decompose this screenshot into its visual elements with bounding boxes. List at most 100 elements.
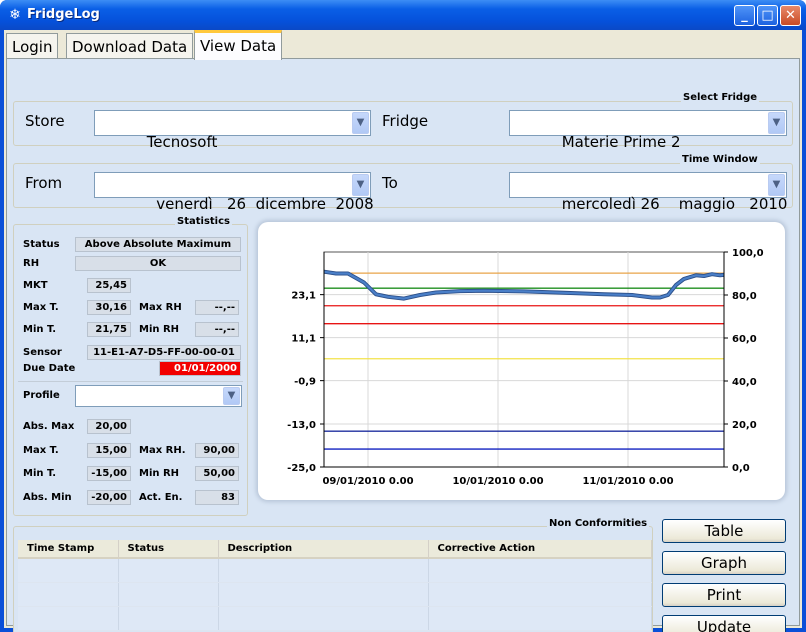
select-fridge-group: Select Fridge Store Tecnosoft ▼ Fridge M… (13, 92, 793, 151)
statistics-title: Statistics (175, 216, 232, 227)
tab-login[interactable]: Login (6, 33, 59, 59)
rh-label: RH (23, 258, 40, 269)
table-cell (428, 582, 652, 607)
table-cell (218, 606, 429, 631)
table-cell (428, 606, 652, 631)
y-right-tick-label: 100,0 (732, 248, 764, 259)
update-button[interactable]: Update (662, 615, 786, 632)
maximize-icon: □ (761, 8, 774, 23)
table-cell (428, 558, 652, 583)
title-bar[interactable]: ❄ FridgeLog _ □ ✕ (0, 0, 806, 30)
app-window: ❄ FridgeLog _ □ ✕ Login Download Data Vi… (0, 0, 806, 632)
min-rh-value: --,-- (195, 322, 239, 337)
client-area: Login Download Data View Data Select Fri… (4, 30, 802, 632)
table-button[interactable]: Table (662, 519, 786, 543)
abs-max-value: 20,00 (87, 419, 131, 434)
statistics-group: Statistics Status Above Absolute Maximum… (13, 216, 248, 516)
abs-min-value: -20,00 (87, 490, 131, 505)
tab-download-data-label: Download Data (72, 38, 188, 56)
status-label: Status (23, 239, 60, 250)
abs-min-label: Abs. Min (23, 492, 72, 503)
y-left-tick-label: -0,9 (294, 377, 316, 388)
divider (18, 381, 243, 382)
profile-max-t-label: Max T. (23, 445, 59, 456)
y-right-tick-label: 20,0 (732, 420, 757, 431)
column-header-description[interactable]: Description (218, 540, 429, 559)
max-t-value: 30,16 (87, 300, 131, 315)
fridge-label: Fridge (382, 112, 429, 130)
window-title: FridgeLog (27, 7, 100, 22)
min-t-label: Min T. (23, 324, 57, 335)
from-date-picker[interactable]: venerdì 26 dicembre 2008 ▼ (94, 172, 374, 213)
chart-panel[interactable]: 09/01/2010 0.00 10/01/2010 0.00 11/01/2010… (258, 222, 785, 500)
x-tick-label: 10/01/2010 0.00 (452, 476, 543, 487)
snowflake-icon: ❄ (9, 7, 21, 23)
fridge-value: Materie Prime 2 (561, 133, 681, 151)
view-data-panel: Select Fridge Store Tecnosoft ▼ Fridge M… (6, 58, 800, 632)
table-cell (18, 558, 119, 583)
status-value: Above Absolute Maximum (75, 237, 241, 252)
profile-min-rh-label: Min RH (139, 468, 180, 479)
y-left-tick-label: -25,0 (287, 463, 316, 474)
minimize-button[interactable]: _ (734, 5, 755, 26)
select-fridge-title: Select Fridge (681, 92, 760, 103)
profile-max-t-value: 15,00 (87, 443, 131, 458)
non-conformities-group: Non Conformities Time Stamp Status Descr… (13, 518, 653, 632)
temperature-chart: 09/01/2010 0.00 10/01/2010 0.00 11/01/2010… (287, 248, 764, 487)
table-cell (118, 606, 219, 631)
tab-view-data[interactable]: View Data (194, 30, 283, 60)
table-row[interactable] (18, 558, 652, 583)
column-header-corrective-action[interactable]: Corrective Action (428, 540, 652, 559)
store-value: Tecnosoft (146, 133, 218, 151)
profile-max-rh-value: 90,00 (195, 443, 239, 458)
fridge-select[interactable]: Materie Prime 2 ▼ (509, 110, 787, 151)
table-cell (218, 582, 429, 607)
column-header-time-stamp[interactable]: Time Stamp (18, 540, 119, 559)
from-date-value: venerdì 26 dicembre 2008 (146, 195, 374, 213)
y-right-tick-label: 60,0 (732, 334, 757, 345)
table-cell (118, 582, 219, 607)
mkt-label: MKT (23, 280, 48, 291)
tab-download-data[interactable]: Download Data (66, 33, 194, 59)
table-cell (18, 606, 119, 631)
chevron-down-icon[interactable]: ▼ (223, 387, 240, 405)
act-en-value: 83 (195, 490, 239, 505)
graph-button[interactable]: Graph (662, 551, 786, 575)
non-conformities-title: Non Conformities (547, 518, 650, 529)
due-date-value: 01/01/2000 (159, 361, 241, 376)
y-right-tick-label: 0,0 (732, 463, 750, 474)
table-row[interactable] (18, 582, 652, 607)
print-button[interactable]: Print (662, 583, 786, 607)
table-cell (118, 558, 219, 583)
chevron-down-icon[interactable]: ▼ (352, 112, 369, 134)
x-tick-label: 09/01/2010 0.00 (322, 476, 413, 487)
minimize-icon: _ (741, 8, 748, 23)
to-date-picker[interactable]: mercoledì 26 maggio 2010 ▼ (509, 172, 787, 213)
store-select[interactable]: Tecnosoft ▼ (94, 110, 371, 151)
sensor-label: Sensor (23, 347, 62, 358)
max-rh-label: Max RH (139, 302, 182, 313)
sensor-value: 11-E1-A7-D5-FF-00-00-01 (87, 345, 241, 360)
profile-select[interactable]: ▼ (75, 385, 242, 407)
profile-label: Profile (23, 390, 60, 401)
y-left-tick-label: 23,1 (291, 291, 316, 302)
min-rh-label: Min RH (139, 324, 180, 335)
min-t-value: 21,75 (87, 322, 131, 337)
profile-max-rh-label: Max RH. (139, 445, 186, 456)
maximize-button[interactable]: □ (757, 5, 778, 26)
close-icon: ✕ (785, 8, 796, 23)
chevron-down-icon[interactable]: ▼ (352, 174, 369, 196)
non-conformities-table[interactable]: Time Stamp Status Description Corrective… (18, 540, 652, 631)
tab-view-data-label: View Data (200, 37, 277, 55)
to-label: To (382, 174, 398, 192)
to-date-value: mercoledì 26 maggio 2010 (561, 195, 788, 213)
y-left-tick-label: -13,0 (287, 420, 316, 431)
table-row[interactable] (18, 606, 652, 631)
time-window-title: Time Window (680, 154, 760, 165)
close-button[interactable]: ✕ (780, 5, 801, 26)
max-t-label: Max T. (23, 302, 59, 313)
column-header-status[interactable]: Status (118, 540, 219, 559)
chevron-down-icon[interactable]: ▼ (768, 174, 785, 196)
store-label: Store (25, 112, 65, 130)
chevron-down-icon[interactable]: ▼ (768, 112, 785, 134)
